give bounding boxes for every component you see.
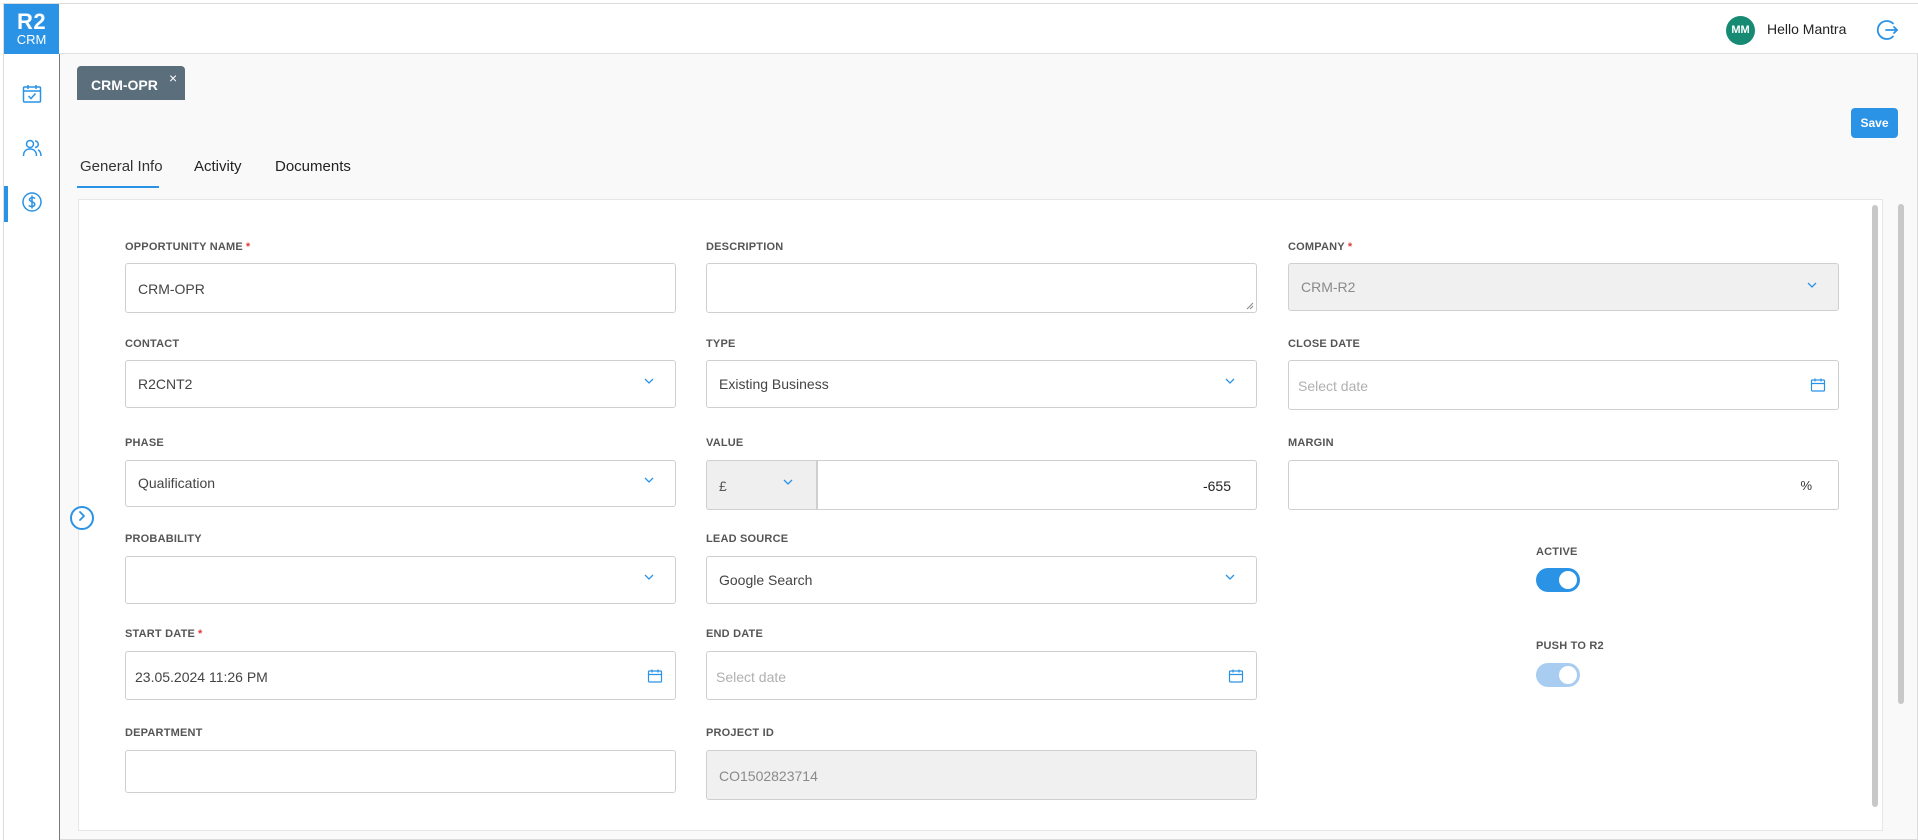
chevron-down-icon [644,477,654,483]
type-select[interactable]: Existing Business [706,360,1257,408]
chevron-down-icon [1807,282,1817,288]
active-label: ACTIVE [1536,546,1578,558]
project-id-input: CO1502823714 [706,750,1257,800]
nav-item-activities[interactable] [4,74,60,118]
top-bar: R2 CRM MM Hello Mantra [4,4,1918,54]
lead-source-select[interactable]: Google Search [706,556,1257,604]
nav-item-opportunities[interactable] [4,182,60,226]
department-label: DEPARTMENT [125,727,203,739]
tab-general-info[interactable]: General Info [80,158,163,175]
start-date-label: START DATE * [125,628,203,640]
page-scrollbar[interactable] [1898,204,1904,704]
resize-handle-icon[interactable] [1246,302,1254,310]
calendar-icon[interactable] [1810,377,1826,393]
close-date-label: CLOSE DATE [1288,338,1361,350]
toggle-knob [1559,666,1577,684]
company-label: COMPANY * [1288,241,1353,253]
probability-select[interactable] [125,556,676,604]
contact-label: CONTACT [125,338,180,350]
phase-label: PHASE [125,437,164,449]
app-logo[interactable]: R2 CRM [4,4,59,54]
active-tab-indicator [77,186,159,188]
lead-source-label: LEAD SOURCE [706,533,789,545]
push-to-r2-toggle [1536,663,1580,687]
calendar-icon[interactable] [647,668,663,684]
tab-documents[interactable]: Documents [275,158,351,175]
description-textarea[interactable] [706,263,1257,313]
currency-select[interactable]: £ [706,460,817,510]
opportunity-name-input[interactable]: CRM-OPR [125,263,676,313]
chevron-down-icon [783,479,793,485]
project-id-label: PROJECT ID [706,727,775,739]
start-date-picker[interactable]: 23.05.2024 11:26 PM [125,651,676,700]
avatar[interactable]: MM [1726,16,1755,45]
contact-select[interactable]: R2CNT2 [125,360,676,408]
close-date-picker[interactable]: Select date [1288,360,1839,410]
margin-label: MARGIN [1288,437,1334,449]
nav-item-contacts[interactable] [4,128,60,172]
percent-unit: % [1800,478,1812,493]
form-scrollbar[interactable] [1872,205,1878,807]
calendar-icon[interactable] [1228,668,1244,684]
end-date-label: END DATE [706,628,764,640]
value-label: VALUE [706,437,744,449]
expand-sidebar-button[interactable] [70,506,94,530]
type-label: TYPE [706,338,736,350]
chevron-down-icon [1225,378,1235,384]
save-button[interactable]: Save [1851,108,1898,138]
margin-input[interactable]: % [1288,460,1839,510]
user-greeting: Hello Mantra [1767,21,1847,37]
left-nav [4,54,60,840]
logo-text-top: R2 [16,9,47,34]
logo-text-bottom: CRM [16,32,47,47]
tab-activity[interactable]: Activity [194,158,242,175]
end-date-picker[interactable]: Select date [706,651,1257,700]
toggle-knob [1559,571,1577,589]
value-input[interactable]: -655 [817,460,1257,510]
company-select: CRM-R2 [1288,263,1839,311]
calendar-check-icon [21,83,43,110]
probability-label: PROBABILITY [125,533,202,545]
chevron-down-icon [644,378,654,384]
logout-icon[interactable] [1874,17,1900,43]
chevron-down-icon [644,574,654,580]
phase-select[interactable]: Qualification [125,460,676,507]
push-to-r2-label: PUSH TO R2 [1536,640,1604,652]
record-tab-label: CRM-OPR [91,77,158,93]
record-tab[interactable]: CRM-OPR × [77,66,185,100]
opportunity-name-label: OPPORTUNITY NAME * [125,241,251,253]
chevron-down-icon [1225,574,1235,580]
chevron-right-icon [76,509,88,527]
users-icon [21,137,43,164]
active-toggle[interactable] [1536,568,1580,592]
dollar-circle-icon [21,191,43,218]
department-input[interactable] [125,750,676,793]
description-label: DESCRIPTION [706,241,784,253]
close-icon[interactable]: × [169,70,177,86]
